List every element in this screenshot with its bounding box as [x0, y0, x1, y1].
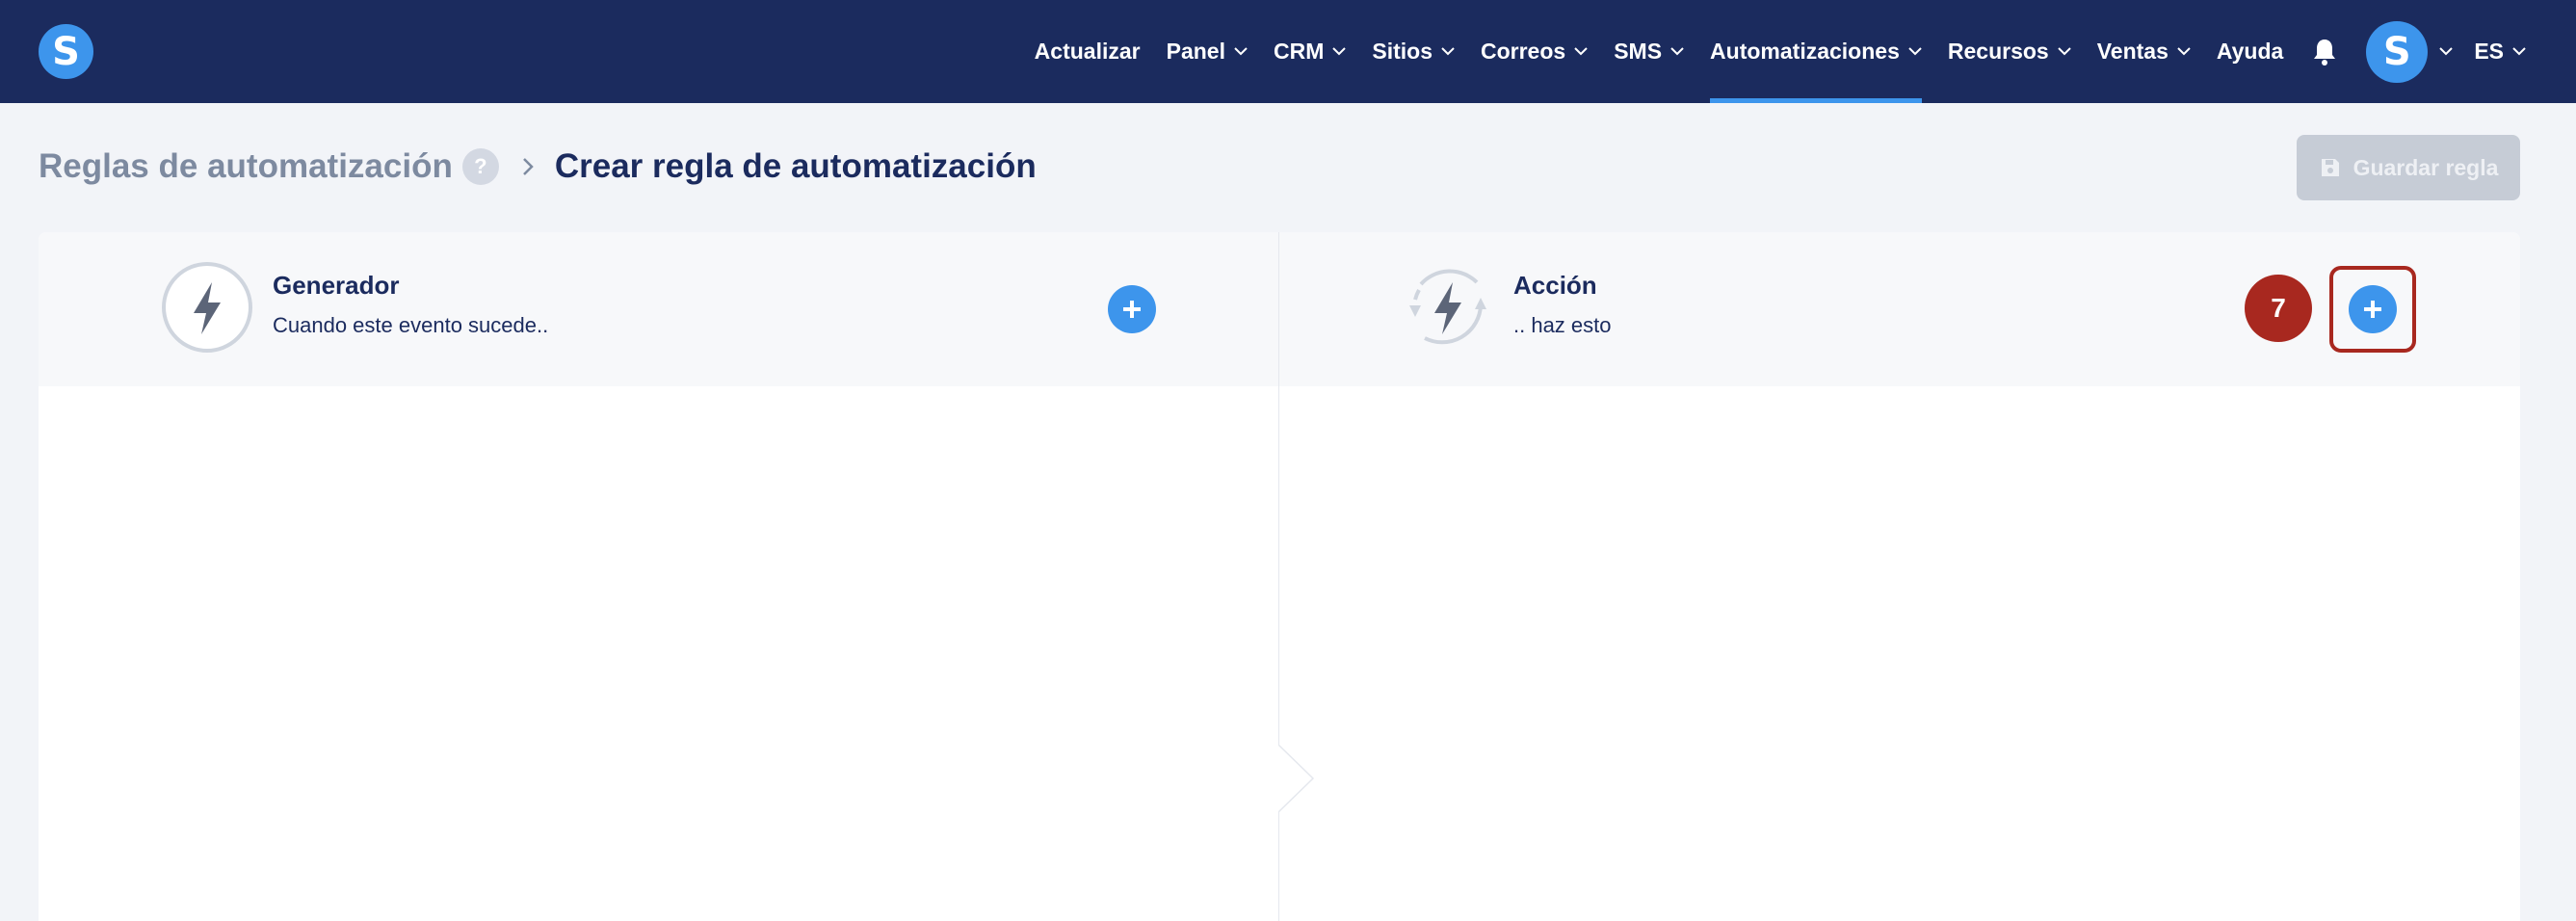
- save-rule-button[interactable]: Guardar regla: [2297, 135, 2520, 200]
- nav-item-crm[interactable]: CRM: [1273, 0, 1347, 103]
- nav-item-ventas[interactable]: Ventas: [2097, 0, 2191, 103]
- nav-item-panel[interactable]: Panel: [1167, 0, 1248, 103]
- trigger-panel-header: Generador Cuando este evento sucede..: [39, 232, 1278, 386]
- trigger-subtitle: Cuando este evento sucede..: [273, 313, 549, 337]
- nav-item-label: Ventas: [2096, 39, 2169, 64]
- plus-icon: [1123, 301, 1141, 318]
- chevron-down-icon: [2177, 47, 2191, 56]
- action-title: Acción: [1513, 271, 1597, 300]
- breadcrumb: Reglas de automatización ? Crear regla d…: [39, 135, 1037, 198]
- nav-item-label: Actualizar: [1034, 39, 1141, 64]
- top-navbar: S Actualizar Panel CRM Sitios Correos SM…: [0, 0, 2576, 103]
- avatar[interactable]: S: [2366, 20, 2429, 83]
- help-icon[interactable]: ?: [461, 148, 499, 185]
- chevron-down-icon: [1234, 47, 1248, 56]
- nav-item-sms[interactable]: SMS: [1614, 0, 1684, 103]
- language-label: ES: [2474, 39, 2504, 64]
- add-trigger-button[interactable]: [1108, 285, 1156, 333]
- chevron-down-icon: [1332, 47, 1347, 56]
- app-logo[interactable]: S: [39, 24, 93, 79]
- lightning-cycle-icon: [1409, 269, 1486, 345]
- nav-item-recursos[interactable]: Recursos: [1948, 0, 2071, 103]
- nav-item-label: Recursos: [1947, 39, 2049, 64]
- chevron-right-icon: [522, 157, 534, 176]
- save-rule-label: Guardar regla: [2353, 154, 2499, 180]
- divider-arrow: [1278, 745, 1315, 812]
- nav-item-ayuda[interactable]: Ayuda: [2217, 0, 2283, 103]
- nav-item-label: CRM: [1273, 39, 1325, 64]
- bell-icon[interactable]: [2312, 38, 2337, 66]
- rule-builder: Generador Cuando este evento sucede.. Ac…: [39, 232, 2520, 921]
- nav-item-label: Ayuda: [2216, 39, 2284, 64]
- action-subtitle: .. haz esto: [1513, 313, 1612, 337]
- chevron-down-icon: [1441, 47, 1455, 56]
- lightning-icon: [162, 262, 252, 353]
- nav-item-correos[interactable]: Correos: [1481, 0, 1588, 103]
- nav-item-label: Correos: [1481, 39, 1566, 64]
- chevron-down-icon: [1670, 47, 1684, 56]
- chevron-down-icon: [2057, 47, 2071, 56]
- chevron-down-icon: [1908, 47, 1922, 56]
- nav-item-sitios[interactable]: Sitios: [1372, 0, 1455, 103]
- nav-item-label: Automatizaciones: [1710, 39, 1900, 64]
- main-menu: Actualizar Panel CRM Sitios Correos SMS …: [1009, 0, 2526, 103]
- page-title: Crear regla de automatización: [554, 147, 1037, 185]
- nav-item-automatizaciones[interactable]: Automatizaciones: [1710, 0, 1922, 103]
- nav-item-actualizar[interactable]: Actualizar: [1035, 0, 1141, 103]
- nav-item-label: Panel: [1166, 39, 1225, 64]
- trigger-title: Generador: [273, 271, 400, 300]
- highlight-box: [2329, 266, 2416, 353]
- chevron-down-icon: [1574, 47, 1588, 56]
- nav-item-label: SMS: [1614, 39, 1663, 64]
- nav-item-label: Sitios: [1372, 39, 1433, 64]
- chevron-down-icon: [2512, 47, 2526, 56]
- step-number-badge: 7: [2245, 275, 2312, 342]
- breadcrumb-parent-link[interactable]: Reglas de automatización: [39, 147, 453, 186]
- language-selector[interactable]: ES: [2474, 0, 2526, 103]
- chevron-down-icon[interactable]: [2439, 47, 2454, 56]
- floppy-disk-icon: [2319, 156, 2342, 179]
- panel-divider: [1278, 232, 1279, 921]
